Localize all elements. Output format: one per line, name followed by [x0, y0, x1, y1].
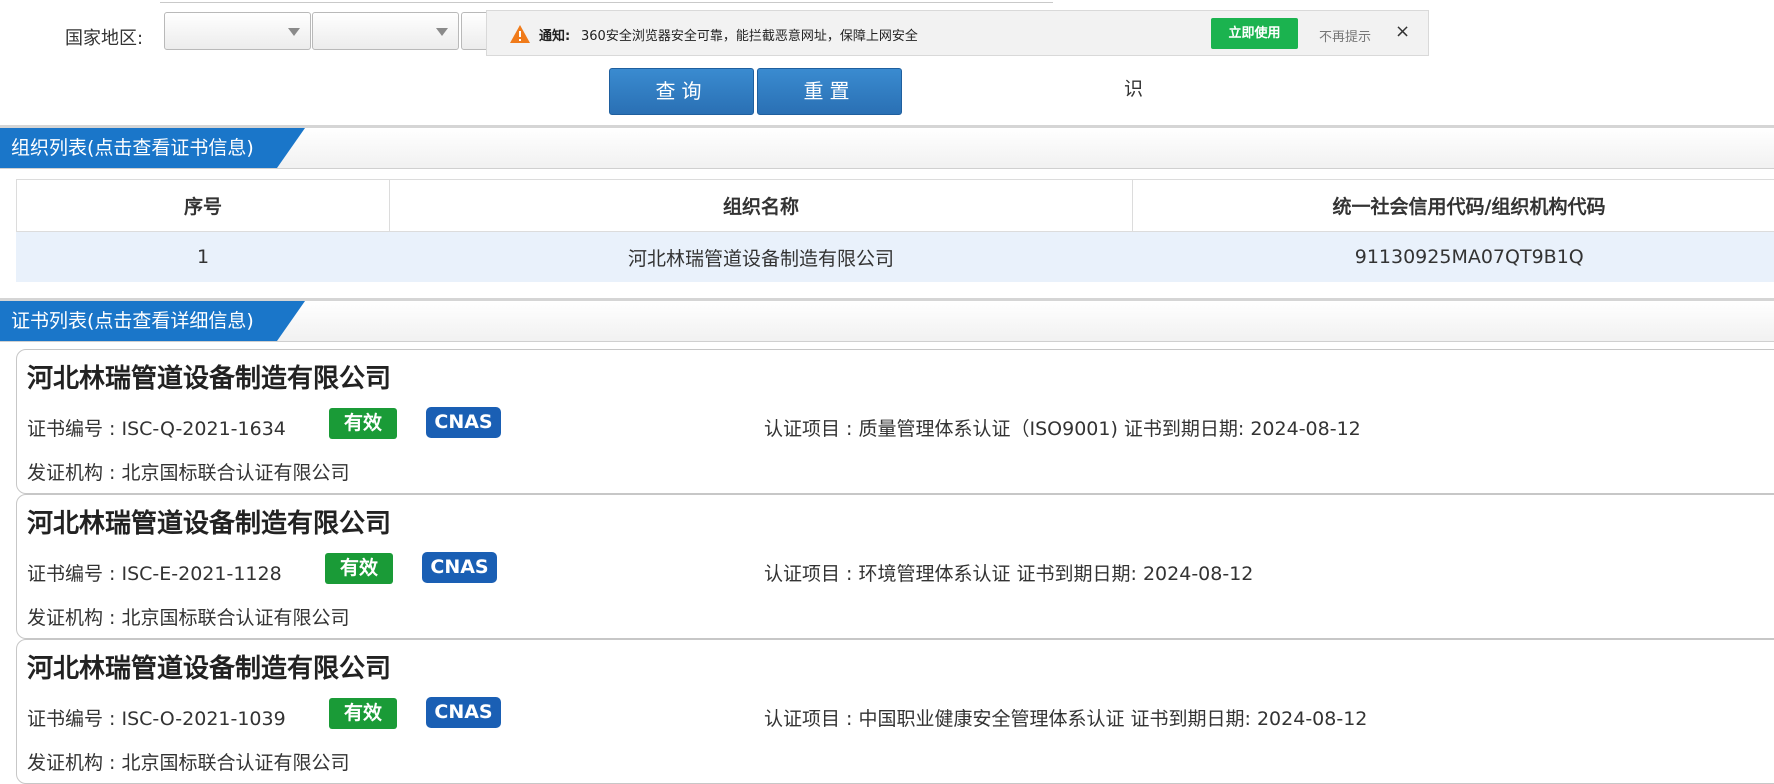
cert-card[interactable]: 河北林瑞管道设备制造有限公司 证书编号 : ISC-O-2021-1039 有效… — [16, 639, 1774, 784]
cert-issuer: 发证机构 : 北京国标联合认证有限公司 — [27, 458, 349, 485]
org-table: 序号 组织名称 统一社会信用代码/组织机构代码 1 河北林瑞管道设备制造有限公司… — [16, 179, 1774, 282]
country-region-label: 国家地区: — [65, 24, 143, 50]
cert-number: 证书编号 : ISC-Q-2021-1634 — [27, 414, 286, 441]
use-now-button[interactable]: 立即使用 — [1211, 18, 1298, 49]
cert-project: 认证项目 : 质量管理体系认证（ISO9001) 证书到期日期: 2024-08… — [764, 414, 1361, 441]
notification-message: 360安全浏览器安全可靠，能拦截恶意网址，保障上网安全 — [581, 25, 918, 44]
browser-notification-bar: 通知: 360安全浏览器安全可靠，能拦截恶意网址，保障上网安全 立即使用 不再提… — [486, 10, 1429, 56]
cert-company-name: 河北林瑞管道设备制造有限公司 — [27, 648, 391, 685]
cert-number: 证书编号 : ISC-O-2021-1039 — [27, 704, 286, 731]
table-row[interactable]: 1 河北林瑞管道设备制造有限公司 91130925MA07QT9B1Q — [17, 232, 1774, 283]
column-header-index: 序号 — [17, 180, 390, 232]
stray-text: 识 — [1124, 74, 1143, 101]
row-index: 1 — [17, 232, 390, 283]
cert-card[interactable]: 河北林瑞管道设备制造有限公司 证书编号 : ISC-Q-2021-1634 有效… — [16, 349, 1774, 494]
column-header-org-name: 组织名称 — [390, 180, 1133, 232]
cert-list-title: 证书列表(点击查看详细信息) — [0, 301, 277, 341]
close-icon[interactable]: × — [1395, 21, 1410, 42]
org-list-title: 组织列表(点击查看证书信息) — [0, 128, 277, 168]
row-org-name[interactable]: 河北林瑞管道设备制造有限公司 — [390, 232, 1133, 283]
chevron-down-icon — [288, 28, 300, 36]
cnas-badge: CNAS — [426, 697, 501, 728]
cnas-badge: CNAS — [426, 407, 501, 438]
cert-company-name: 河北林瑞管道设备制造有限公司 — [27, 358, 391, 395]
country-select[interactable] — [164, 12, 311, 50]
status-badge: 有效 — [329, 698, 397, 729]
chevron-down-icon — [436, 28, 448, 36]
warning-icon — [509, 24, 531, 44]
row-credit-code: 91130925MA07QT9B1Q — [1133, 232, 1774, 283]
cert-company-name: 河北林瑞管道设备制造有限公司 — [27, 503, 391, 540]
query-button[interactable]: 查询 — [609, 68, 754, 115]
cert-card[interactable]: 河北林瑞管道设备制造有限公司 证书编号 : ISC-E-2021-1128 有效… — [16, 494, 1774, 639]
cert-project: 认证项目 : 中国职业健康安全管理体系认证 证书到期日期: 2024-08-12 — [764, 704, 1367, 731]
status-badge: 有效 — [329, 408, 397, 439]
dont-remind-link[interactable]: 不再提示 — [1319, 26, 1371, 45]
cnas-badge: CNAS — [422, 552, 497, 583]
org-list-header: 组织列表(点击查看证书信息) — [0, 125, 1774, 169]
cert-list-header: 证书列表(点击查看详细信息) — [0, 298, 1774, 342]
status-badge: 有效 — [325, 553, 393, 584]
cert-issuer: 发证机构 : 北京国标联合认证有限公司 — [27, 748, 349, 775]
cert-number: 证书编号 : ISC-E-2021-1128 — [27, 559, 282, 586]
column-header-credit-code: 统一社会信用代码/组织机构代码 — [1133, 180, 1774, 232]
top-input-border — [160, 0, 1053, 3]
table-header-row: 序号 组织名称 统一社会信用代码/组织机构代码 — [17, 180, 1774, 232]
province-select[interactable] — [312, 12, 459, 50]
reset-button[interactable]: 重置 — [757, 68, 902, 115]
cert-project: 认证项目 : 环境管理体系认证 证书到期日期: 2024-08-12 — [764, 559, 1253, 586]
cert-issuer: 发证机构 : 北京国标联合认证有限公司 — [27, 603, 349, 630]
notification-title: 通知: — [539, 25, 570, 44]
